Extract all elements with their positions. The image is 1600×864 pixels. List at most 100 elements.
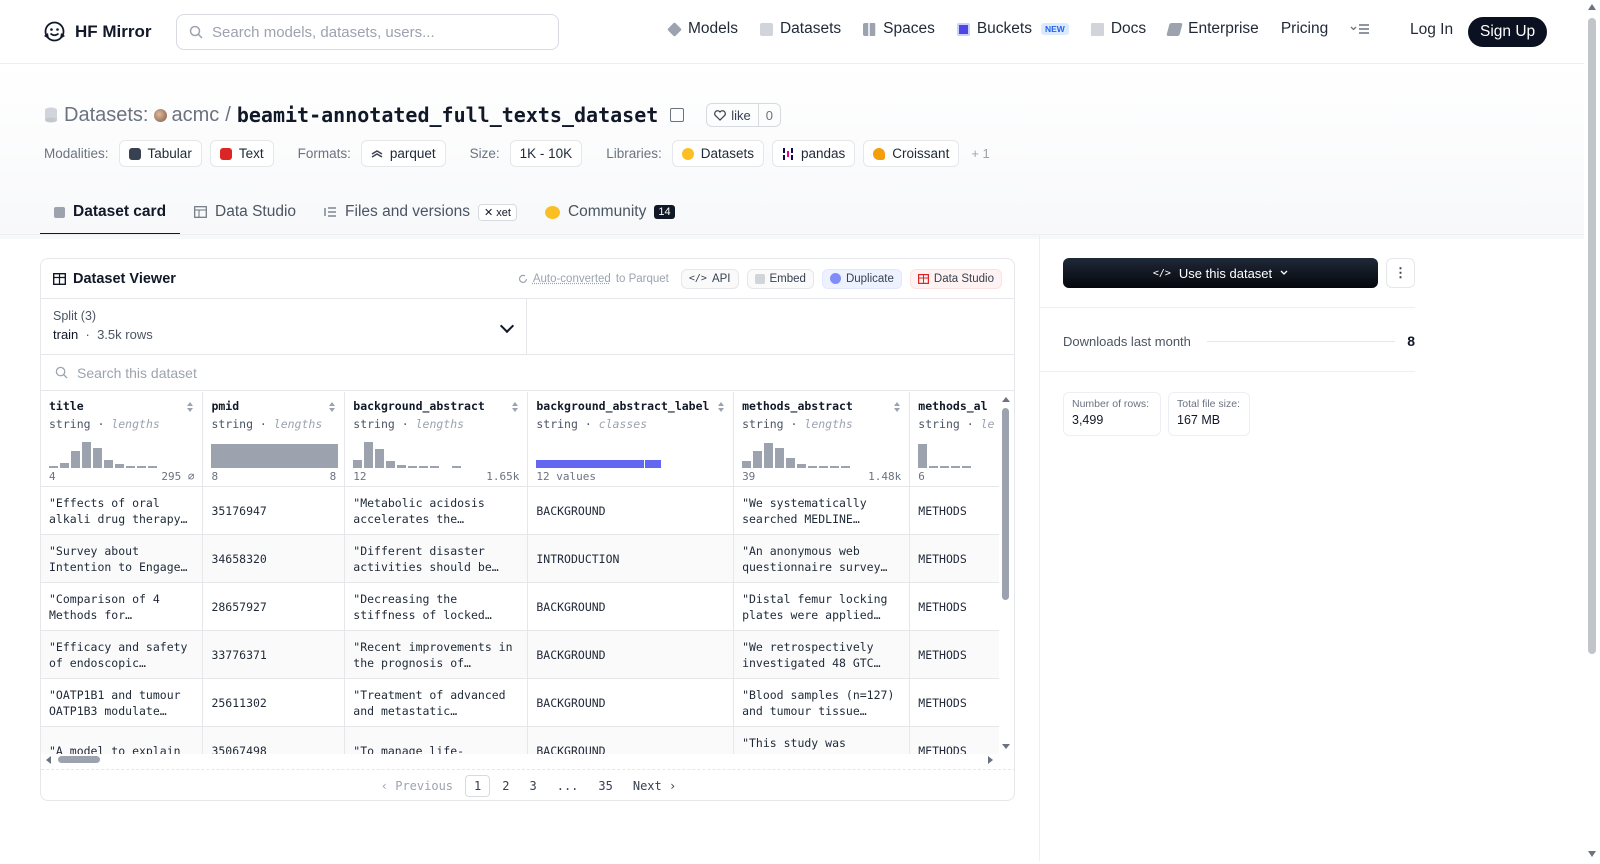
column-header[interactable]: methods_abstract string · lengths 39 1.48… <box>734 392 910 486</box>
pagination: ‹ Previous 1 2 3 ... 35 Next › <box>41 769 1015 801</box>
nav-buckets[interactable]: Buckets NEW <box>957 20 1069 38</box>
nav-pricing[interactable]: Pricing <box>1281 20 1328 38</box>
nav-spaces[interactable]: Spaces <box>863 20 935 38</box>
dataset-icon <box>44 107 58 123</box>
cell-methods-abstract: "An anonymous web questionnaire survey… <box>742 543 901 575</box>
scroll-thumb[interactable] <box>1588 18 1596 654</box>
nav-enterprise[interactable]: Enterprise <box>1168 20 1259 38</box>
duplicate-icon <box>830 273 841 284</box>
search-input[interactable] <box>212 24 542 41</box>
cell-methods-label: METHODS <box>918 695 966 711</box>
cell-background-label: INTRODUCTION <box>536 551 619 567</box>
file-size-stat: Total file size: 167 MB <box>1168 392 1250 436</box>
tag-tabular[interactable]: Tabular <box>119 140 202 167</box>
nav-docs[interactable]: Docs <box>1091 20 1146 38</box>
auto-converted-note[interactable]: Auto-converted to Parquet <box>518 273 669 285</box>
cell-background-abstract: "Different disaster activities should be… <box>353 543 519 575</box>
page-ellipsis: ... <box>549 776 587 796</box>
page-button[interactable]: 1 <box>465 775 490 797</box>
tab-files[interactable]: Files and versions ✕ xet <box>310 203 531 235</box>
hf-datasets-icon <box>682 148 694 160</box>
dataset-search-placeholder: Search this dataset <box>77 365 197 381</box>
more-libraries[interactable]: + 1 <box>971 146 989 161</box>
split-select[interactable]: Split (3) train · 3.5k rows <box>41 299 527 354</box>
tag-size[interactable]: 1K - 10K <box>510 140 583 167</box>
refresh-icon <box>518 274 528 284</box>
tag-text[interactable]: Text <box>210 140 274 167</box>
api-button[interactable]: </> API <box>681 269 739 289</box>
heart-icon <box>714 110 726 121</box>
table-row[interactable]: "A model to explain 35067498 "To manage … <box>41 726 999 754</box>
cell-background-abstract: "Decreasing the stiffness of locked… <box>353 591 519 623</box>
page-scrollbar[interactable] <box>1584 0 1600 861</box>
use-dataset-button[interactable]: </> Use this dataset <box>1063 258 1378 288</box>
page-button[interactable]: 35 <box>590 776 620 796</box>
embed-button[interactable]: Embed <box>747 269 814 289</box>
nav-models[interactable]: Models <box>668 20 738 38</box>
libraries-label: Libraries: <box>606 146 662 161</box>
table-row[interactable]: "Survey about Intention to Engage… 34658… <box>41 534 999 582</box>
croissant-icon <box>873 148 885 160</box>
table-horizontal-scrollbar[interactable] <box>41 753 999 767</box>
tab-community[interactable]: Community 14 <box>531 203 689 235</box>
column-header[interactable]: background_abstract_label string · class… <box>528 392 734 486</box>
cell-background-label: BACKGROUND <box>536 503 605 519</box>
cell-methods-abstract: "We systematically searched MEDLINE usin… <box>742 495 901 527</box>
scroll-thumb[interactable] <box>1002 408 1009 600</box>
section-label: Datasets: <box>64 104 148 127</box>
length-histogram <box>918 438 971 468</box>
dataset-search[interactable]: Search this dataset <box>41 355 1014 391</box>
table-row[interactable]: "Efficacy and safety of endoscopic… 3377… <box>41 630 999 678</box>
nav-datasets[interactable]: Datasets <box>760 20 841 38</box>
tag-pandas[interactable]: pandas <box>772 140 855 167</box>
login-link[interactable]: Log In <box>1410 21 1453 39</box>
docs-icon <box>1091 23 1104 36</box>
global-search[interactable] <box>176 14 559 50</box>
cell-methods-abstract: "Distal femur locking plates were applie… <box>742 591 901 623</box>
sort-icon[interactable] <box>511 401 519 413</box>
duplicate-button[interactable]: Duplicate <box>822 269 902 289</box>
table-body: "Effects of oral alkali drug therapy… 35… <box>41 486 999 754</box>
sort-icon[interactable] <box>328 401 336 413</box>
size-label: Size: <box>470 146 500 161</box>
nav-more-menu[interactable] <box>1350 23 1370 35</box>
tag-datasets-lib[interactable]: Datasets <box>672 140 764 167</box>
search-icon <box>55 366 68 379</box>
data-studio-button[interactable]: Data Studio <box>910 269 1002 289</box>
next-page-button[interactable]: Next › <box>625 776 684 796</box>
owner-link[interactable]: acmc <box>154 104 219 127</box>
chevron-down-icon <box>1280 270 1288 276</box>
viewer-header: Dataset Viewer Auto-converted to Parquet … <box>41 259 1014 299</box>
column-header[interactable]: pmid string · lengths 88 <box>203 392 345 486</box>
downloads-value: 8 <box>1407 333 1415 349</box>
tab-data-studio[interactable]: Data Studio <box>180 203 310 235</box>
page-button[interactable]: 2 <box>494 776 517 796</box>
scroll-thumb[interactable] <box>58 756 100 763</box>
table-row[interactable]: "Comparison of 4 Methods for… 28657927 "… <box>41 582 999 630</box>
brand-name: HF Mirror <box>75 22 152 42</box>
table-row[interactable]: "OATP1B1 and tumour OATP1B3 modulate… 25… <box>41 678 999 726</box>
class-bar <box>536 438 661 468</box>
column-header[interactable]: methods_al string · le 6 <box>910 392 999 486</box>
page-button[interactable]: 3 <box>521 776 544 796</box>
tag-parquet[interactable]: parquet <box>361 140 446 167</box>
tab-dataset-card[interactable]: Dataset card <box>40 203 180 235</box>
like-button[interactable]: like 0 <box>706 103 781 127</box>
column-header[interactable]: title string · lengths 4 295 ⌀ <box>41 392 203 486</box>
tag-croissant[interactable]: Croissant <box>863 140 959 167</box>
table-row[interactable]: "Effects of oral alkali drug therapy… 35… <box>41 486 999 534</box>
more-options-button[interactable]: ⋮ <box>1386 258 1415 288</box>
hf-logo-icon <box>42 19 67 44</box>
copy-icon[interactable] <box>670 108 684 122</box>
sort-icon[interactable] <box>717 401 725 413</box>
column-header[interactable]: background_abstract string · lengths 12 1… <box>345 392 528 486</box>
repo-name[interactable]: beamit-annotated_full_texts_dataset <box>237 103 658 127</box>
signup-button[interactable]: Sign Up <box>1468 17 1547 47</box>
sort-icon[interactable] <box>893 401 901 413</box>
brand-logo[interactable]: HF Mirror <box>42 19 152 44</box>
tag-row: Modalities: Tabular Text Formats: parque… <box>44 140 990 167</box>
table-icon <box>918 274 929 284</box>
sort-icon[interactable] <box>186 401 194 413</box>
table-vertical-scrollbar[interactable] <box>1001 396 1011 750</box>
prev-page-button[interactable]: ‹ Previous <box>373 776 461 796</box>
